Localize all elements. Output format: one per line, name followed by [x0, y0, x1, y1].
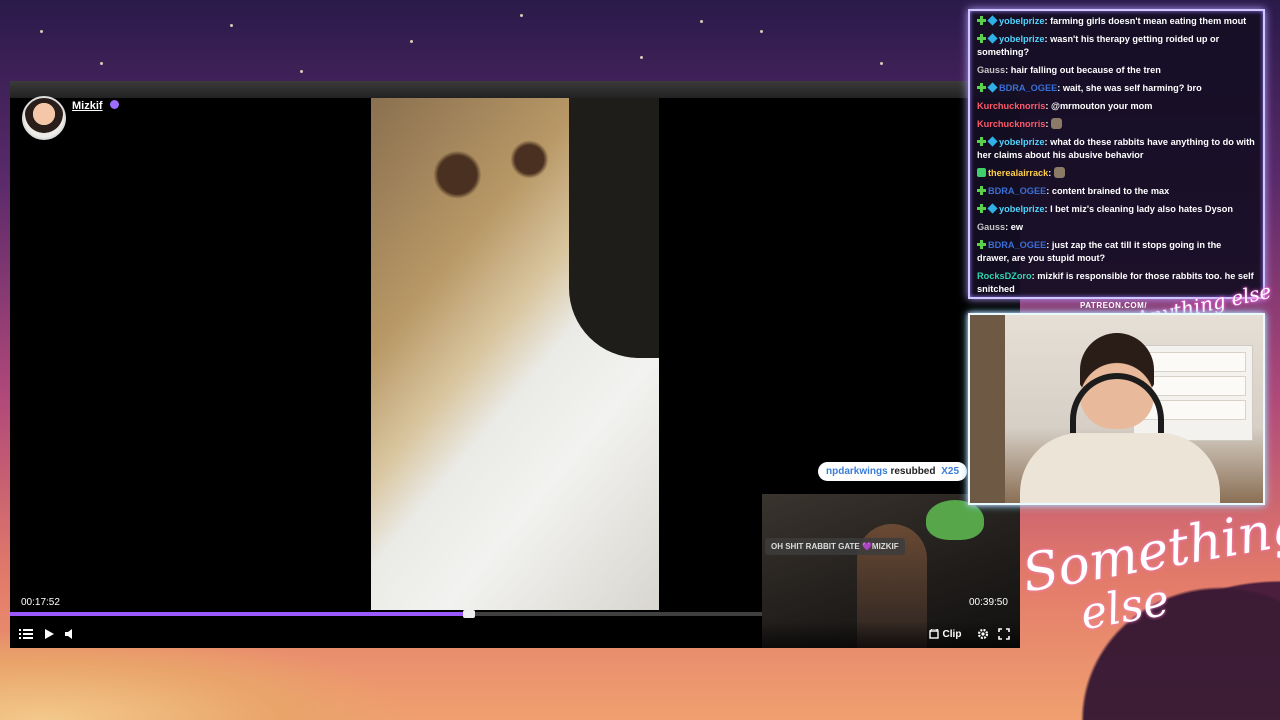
chat-username[interactable]: RocksDZoro	[977, 271, 1032, 281]
chat-username[interactable]: BDRA_OGEE	[988, 240, 1046, 250]
resub-alert: npdarkwings resubbed X25	[818, 462, 968, 481]
resub-username: npdarkwings	[826, 466, 888, 477]
chat-text: @mrmouton your mom	[1051, 101, 1153, 111]
settings-gear-icon[interactable]	[975, 626, 991, 642]
chat-username[interactable]: Gauss	[977, 222, 1005, 232]
list-icon[interactable]	[18, 626, 34, 642]
video-player[interactable]: Mizkif 00:17:52 00:39:50 Clip	[10, 81, 1020, 648]
chat-message: Gauss: ew	[977, 221, 1256, 234]
verified-icon	[110, 100, 120, 110]
plus-badge-icon	[977, 204, 986, 213]
chat-message-list: yobelprize: farming girls doesn't mean e…	[977, 15, 1256, 296]
diamond-badge-icon	[987, 136, 998, 147]
progress-bar[interactable]	[10, 610, 762, 618]
clip-icon	[928, 629, 939, 639]
check-badge-icon	[977, 168, 986, 177]
progress-fill	[10, 612, 469, 616]
webcam-frame	[968, 313, 1265, 505]
diamond-badge-icon	[987, 15, 998, 26]
plus-badge-icon	[977, 137, 986, 146]
plus-badge-icon	[977, 240, 986, 249]
time-elapsed: 00:17:52	[21, 597, 60, 608]
emote-icon	[1053, 167, 1065, 178]
plus-badge-icon	[977, 186, 986, 195]
diamond-badge-icon	[987, 33, 998, 44]
streamer-info: Mizkif	[22, 96, 120, 140]
chat-username[interactable]: yobelprize	[999, 137, 1044, 147]
chat-username[interactable]: BDRA_OGEE	[988, 186, 1046, 196]
diamond-badge-icon	[987, 203, 998, 214]
chat-username[interactable]: Kurchucknorris	[977, 101, 1045, 111]
chat-username[interactable]: yobelprize	[999, 16, 1044, 26]
chat-message: Kurchucknorris: @mrmouton your mom	[977, 100, 1256, 113]
resub-count: X25	[941, 466, 960, 477]
chat-message: Kurchucknorris:	[977, 118, 1256, 131]
chat-message: yobelprize: farming girls doesn't mean e…	[977, 15, 1256, 28]
chat-message: yobelprize: I bet miz's cleaning lady al…	[977, 203, 1256, 216]
chat-username[interactable]: BDRA_OGEE	[999, 83, 1057, 93]
video-frame	[371, 98, 659, 610]
webcam-person	[1020, 333, 1220, 503]
plus-badge-icon	[977, 83, 986, 92]
chat-text: content brained to the max	[1051, 186, 1170, 196]
resub-action: resubbed	[890, 466, 936, 477]
chat-text: hair falling out because of the tren	[1010, 65, 1161, 75]
chat-username[interactable]: therealairrack	[988, 168, 1048, 178]
chat-message: yobelprize: what do these rabbits have a…	[977, 136, 1256, 162]
clip-label: Clip	[942, 628, 962, 640]
chat-message: BDRA_OGEE: wait, she was self harming? b…	[977, 82, 1256, 95]
chat-message: BDRA_OGEE: content brained to the max	[977, 185, 1256, 198]
chat-message: BDRA_OGEE: just zap the cat till it stop…	[977, 239, 1256, 265]
chat-panel: yobelprize: farming girls doesn't mean e…	[968, 9, 1265, 299]
stream-ticker: OH SHIT RABBIT GATE 💜MIZKIF	[765, 538, 905, 555]
chat-username[interactable]: yobelprize	[999, 204, 1044, 214]
video-dark-region	[569, 98, 659, 358]
chat-message: yobelprize: wasn't his therapy getting r…	[977, 33, 1256, 59]
chat-username[interactable]: Kurchucknorris	[977, 119, 1045, 129]
plus-badge-icon	[977, 16, 986, 25]
chat-username[interactable]: Gauss	[977, 65, 1005, 75]
chat-text: ew	[1010, 222, 1023, 232]
streamer-name[interactable]: Mizkif	[72, 100, 103, 112]
chat-message: therealairrack:	[977, 167, 1256, 180]
progress-handle[interactable]	[462, 610, 475, 618]
emote-icon	[1051, 118, 1063, 129]
plus-badge-icon	[977, 34, 986, 43]
avatar[interactable]	[22, 96, 66, 140]
chat-text: I bet miz's cleaning lady also hates Dys…	[1050, 204, 1234, 214]
player-controls: Clip	[10, 621, 1020, 648]
play-icon[interactable]	[41, 626, 57, 642]
chat-username[interactable]: yobelprize	[999, 34, 1044, 44]
chat-message: Gauss: hair falling out because of the t…	[977, 64, 1256, 77]
player-window-titlebar	[10, 81, 1020, 98]
fullscreen-icon[interactable]	[996, 626, 1012, 642]
clip-button[interactable]: Clip	[926, 626, 964, 642]
diamond-badge-icon	[987, 82, 998, 93]
volume-icon[interactable]	[62, 626, 78, 642]
time-overlay: 00:39:50	[969, 597, 1008, 608]
chat-text: wait, she was self harming? bro	[1062, 83, 1202, 93]
chat-text: farming girls doesn't mean eating them m…	[1050, 16, 1247, 26]
frog-emote-icon	[926, 500, 984, 540]
